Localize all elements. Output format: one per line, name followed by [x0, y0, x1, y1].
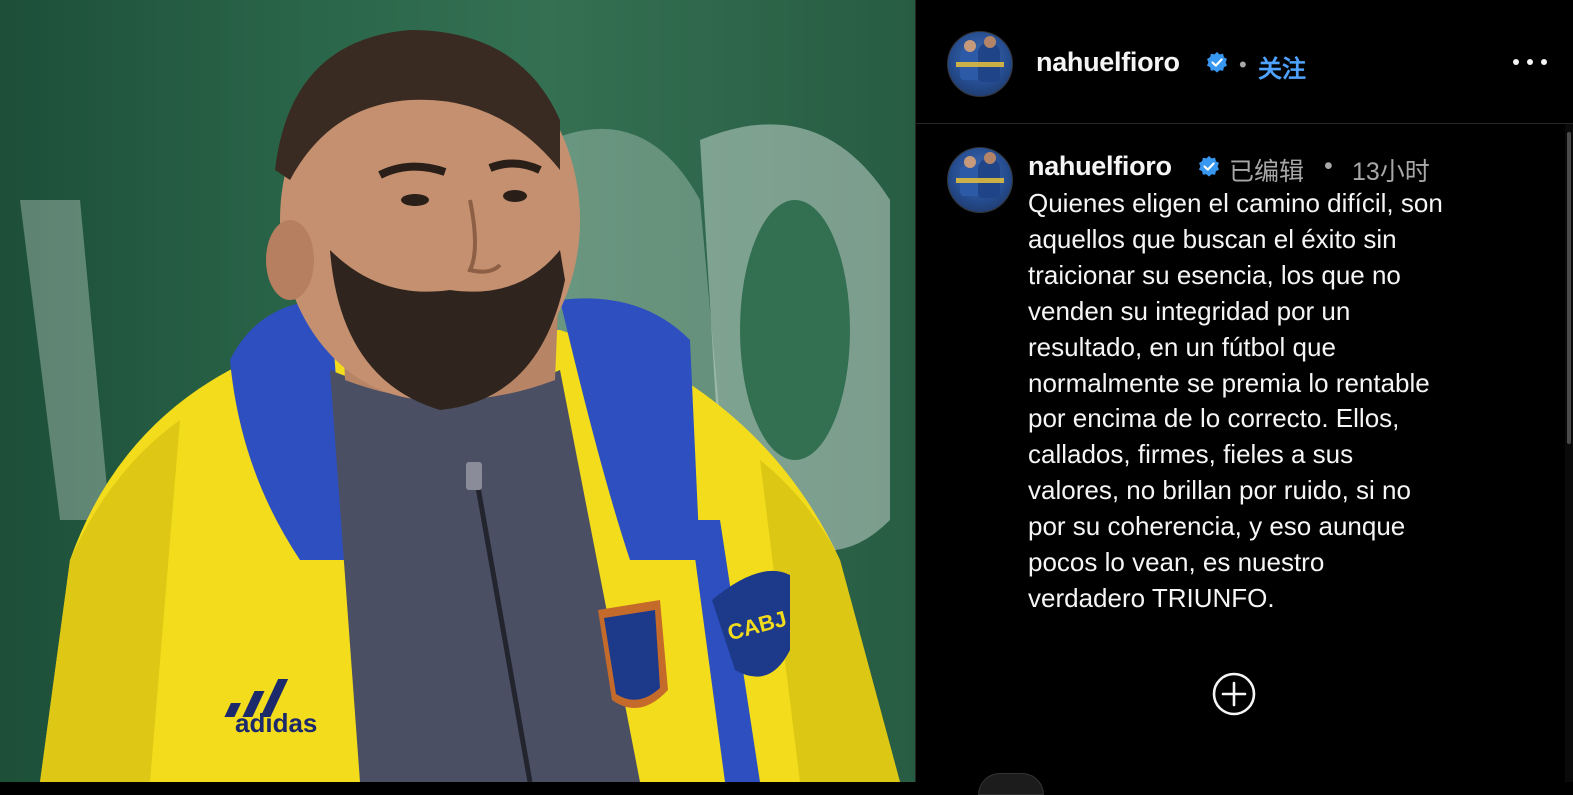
- caption-section: nahuelfioro 已编辑 • 13小时 Quienes eligen el…: [916, 124, 1573, 782]
- post-side-panel: nahuelfioro • 关注 nahuelfioro 已编辑 • 13小时 …: [916, 0, 1573, 795]
- next-comment-avatar[interactable]: [978, 773, 1044, 795]
- add-circle-icon[interactable]: [1212, 672, 1256, 716]
- verified-badge-icon: [1199, 156, 1219, 177]
- author-username[interactable]: nahuelfioro: [1036, 47, 1180, 78]
- header-separator: •: [1239, 52, 1247, 77]
- post-header: nahuelfioro • 关注: [916, 0, 1573, 124]
- caption-author-username[interactable]: nahuelfioro: [1028, 151, 1172, 182]
- post-timestamp[interactable]: 13小时: [1352, 152, 1430, 188]
- verified-badge-icon: [1207, 52, 1227, 73]
- comments-scrollbar[interactable]: [1565, 124, 1573, 782]
- author-avatar[interactable]: [947, 31, 1013, 97]
- follow-button[interactable]: 关注: [1258, 49, 1306, 84]
- edited-label: 已编辑: [1229, 158, 1305, 186]
- scrollbar-thumb[interactable]: [1567, 132, 1571, 444]
- svg-text:adidas: adidas: [235, 708, 317, 738]
- post-photo-art: adidas CABJ: [0, 0, 915, 782]
- more-options-icon[interactable]: [1513, 52, 1547, 72]
- post-photo[interactable]: adidas CABJ: [0, 0, 915, 782]
- caption-author-avatar[interactable]: [947, 147, 1013, 213]
- meta-separator: •: [1324, 152, 1333, 180]
- post-caption: Quienes eligen el camino difícil, son aq…: [1028, 188, 1443, 613]
